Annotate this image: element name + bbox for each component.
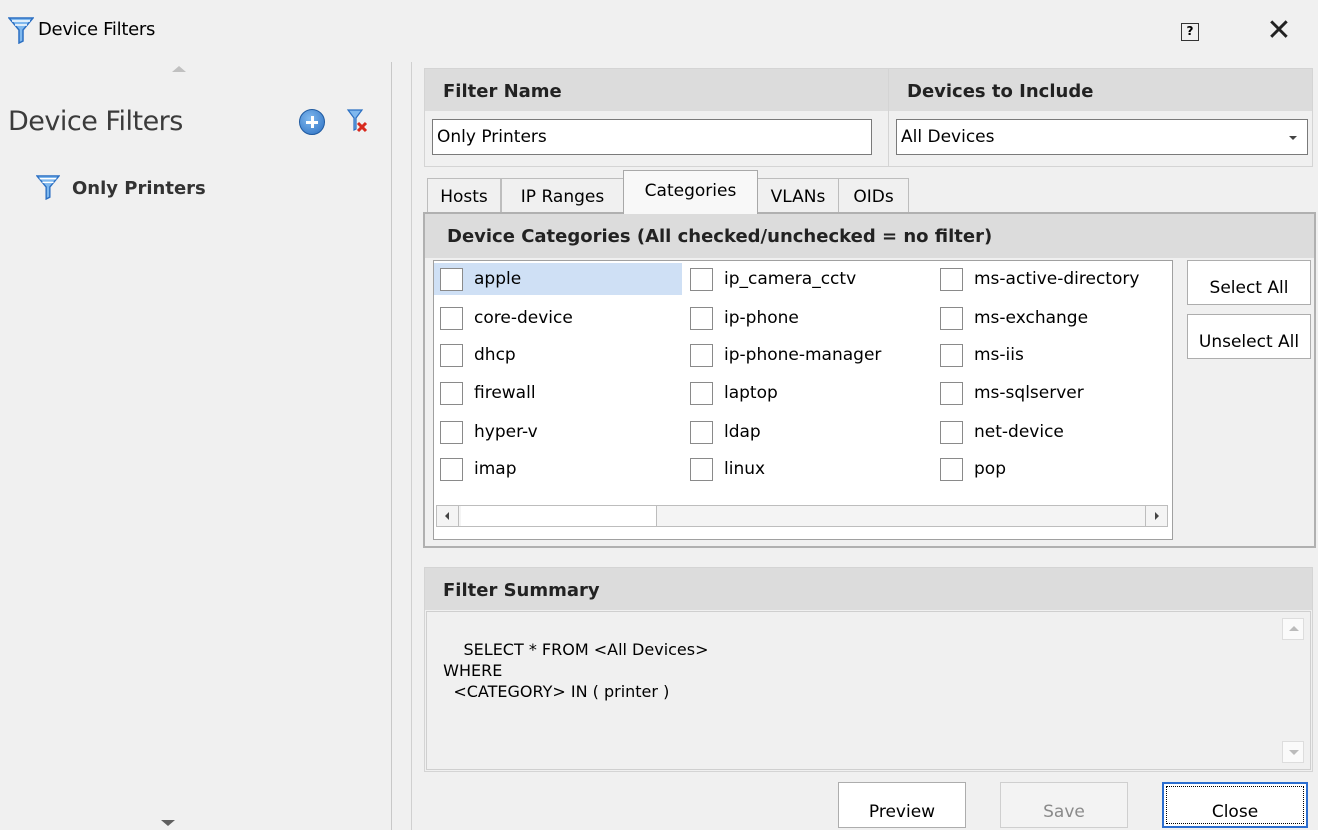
category-label: dhcp <box>474 345 516 365</box>
category-label: ms-exchange <box>974 308 1089 328</box>
filter-summary-header: Filter Summary <box>425 568 1312 610</box>
category-label: ms-sqlserver <box>974 383 1084 403</box>
category-item[interactable]: linux <box>684 453 932 485</box>
scroll-left-arrow-icon[interactable] <box>437 506 459 526</box>
category-label: ms-active-directory <box>974 269 1140 289</box>
category-label: firewall <box>474 383 536 403</box>
category-checkbox[interactable] <box>940 382 963 405</box>
category-checkbox[interactable] <box>940 421 963 444</box>
title-bar: Device Filters ? ✕ <box>0 0 1318 62</box>
category-checkbox[interactable] <box>440 307 463 330</box>
category-label: ip-phone <box>724 308 799 328</box>
category-item[interactable]: firewall <box>434 377 682 409</box>
filter-name-input[interactable]: Only Printers <box>432 119 872 155</box>
category-label: core-device <box>474 308 573 328</box>
category-item[interactable]: laptop <box>684 377 932 409</box>
scrollbar-thumb[interactable] <box>461 506 657 526</box>
save-button[interactable]: Save <box>1000 782 1128 828</box>
category-item[interactable]: ms-active-directory <box>934 263 1170 295</box>
category-list[interactable]: apple core-device dhcp firewall hyper-v … <box>433 260 1173 540</box>
category-label: apple <box>474 269 522 289</box>
devices-to-include-group: Devices to Include All Devices <box>888 68 1313 167</box>
category-item[interactable]: ms-iis <box>934 339 1170 371</box>
add-filter-icon[interactable] <box>299 109 325 135</box>
category-item[interactable]: ldap <box>684 416 932 448</box>
category-label: pop <box>974 459 1006 479</box>
device-categories-header: Device Categories (All checked/unchecked… <box>425 214 1314 258</box>
preview-button[interactable]: Preview <box>838 782 966 828</box>
category-label: ip-phone-manager <box>724 345 882 365</box>
category-checkbox[interactable] <box>440 458 463 481</box>
window-close-button[interactable]: ✕ <box>1262 14 1296 48</box>
category-checkbox[interactable] <box>940 344 963 367</box>
delete-filter-icon[interactable] <box>346 107 370 137</box>
category-checkbox[interactable] <box>690 344 713 367</box>
scroll-down-arrow-icon[interactable] <box>1282 741 1304 763</box>
category-checkbox[interactable] <box>940 307 963 330</box>
tab-ip-ranges[interactable]: IP Ranges <box>501 178 624 214</box>
category-checkbox[interactable] <box>440 268 463 291</box>
category-checkbox[interactable] <box>440 421 463 444</box>
close-button[interactable]: Close <box>1162 782 1308 828</box>
device-categories-panel: Device Categories (All checked/unchecked… <box>423 212 1316 548</box>
filter-name-header: Filter Name <box>425 69 888 111</box>
tab-oids[interactable]: OIDs <box>838 178 909 214</box>
category-item[interactable]: net-device <box>934 416 1170 448</box>
category-label: laptop <box>724 383 778 403</box>
sidebar-item-label: Only Printers <box>72 178 206 199</box>
chevron-down-icon <box>1289 136 1297 140</box>
category-label: hyper-v <box>474 422 538 442</box>
scroll-up-arrow-icon[interactable] <box>172 66 186 72</box>
scroll-down-arrow-icon[interactable] <box>161 820 175 826</box>
category-item[interactable]: apple <box>434 263 682 295</box>
category-item[interactable]: hyper-v <box>434 416 682 448</box>
scroll-up-arrow-icon[interactable] <box>1282 618 1304 640</box>
category-item[interactable]: ms-sqlserver <box>934 377 1170 409</box>
category-label: ldap <box>724 422 761 442</box>
select-all-button[interactable]: Select All <box>1187 260 1311 305</box>
category-item[interactable]: pop <box>934 453 1170 485</box>
category-label: ip_camera_cctv <box>724 269 857 289</box>
category-item[interactable]: ms-exchange <box>934 302 1170 334</box>
category-label: linux <box>724 459 766 479</box>
category-checkbox[interactable] <box>440 344 463 367</box>
devices-to-include-header: Devices to Include <box>889 69 1312 111</box>
category-item[interactable]: ip-phone-manager <box>684 339 932 371</box>
help-button[interactable]: ? <box>1181 23 1199 41</box>
filter-editor-pane: Filter Name Only Printers Devices to Inc… <box>411 62 1318 830</box>
category-label: ms-iis <box>974 345 1024 365</box>
category-item[interactable]: core-device <box>434 302 682 334</box>
category-item[interactable]: ip-phone <box>684 302 932 334</box>
sidebar-title: Device Filters <box>8 106 183 137</box>
category-checkbox[interactable] <box>440 382 463 405</box>
filter-summary-group: Filter Summary SELECT * FROM <All Device… <box>424 567 1313 772</box>
category-checkbox[interactable] <box>940 268 963 291</box>
devices-to-include-select[interactable]: All Devices <box>896 119 1308 155</box>
category-list-hscrollbar[interactable] <box>436 505 1168 527</box>
filter-name-group: Filter Name Only Printers <box>424 68 889 167</box>
filter-list-pane: Device Filters Only Printers <box>0 62 392 830</box>
filter-summary-text[interactable]: SELECT * FROM <All Devices> WHERE <CATEG… <box>426 611 1311 770</box>
scroll-right-arrow-icon[interactable] <box>1145 506 1167 526</box>
category-label: imap <box>474 459 517 479</box>
unselect-all-button[interactable]: Unselect All <box>1187 314 1311 359</box>
category-checkbox[interactable] <box>690 458 713 481</box>
tab-categories[interactable]: Categories <box>623 170 758 214</box>
category-checkbox[interactable] <box>690 268 713 291</box>
category-checkbox[interactable] <box>690 421 713 444</box>
devices-to-include-value: All Devices <box>901 127 995 147</box>
tab-hosts[interactable]: Hosts <box>427 178 501 214</box>
category-checkbox[interactable] <box>940 458 963 481</box>
category-checkbox[interactable] <box>690 382 713 405</box>
category-label: net-device <box>974 422 1064 442</box>
filter-summary-query: SELECT * FROM <All Devices> WHERE <CATEG… <box>443 640 709 701</box>
window-title: Device Filters <box>38 19 156 40</box>
category-checkbox[interactable] <box>690 307 713 330</box>
funnel-icon <box>36 175 60 200</box>
funnel-icon <box>8 17 34 44</box>
category-item[interactable]: ip_camera_cctv <box>684 263 932 295</box>
category-item[interactable]: dhcp <box>434 339 682 371</box>
tab-vlans[interactable]: VLANs <box>757 178 839 214</box>
category-item[interactable]: imap <box>434 453 682 485</box>
